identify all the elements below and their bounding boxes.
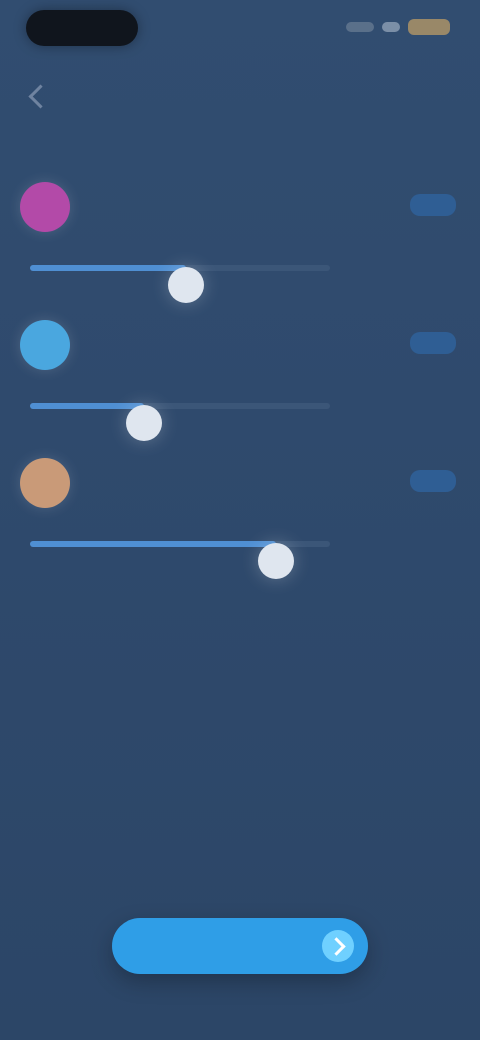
item-title: [90, 460, 300, 480]
item-avatar: [20, 320, 70, 370]
dynamic-island: [26, 10, 138, 46]
item-title: [90, 184, 300, 204]
item-subtitle: [90, 486, 290, 502]
status-icons: [346, 18, 450, 36]
header: [0, 62, 480, 132]
slider-track[interactable]: [30, 541, 330, 579]
level-slider[interactable]: [30, 248, 450, 303]
item-action-button[interactable]: [410, 332, 456, 354]
battery-icon: [408, 19, 450, 35]
item-title: [90, 322, 300, 342]
item-action-button[interactable]: [410, 470, 456, 492]
slider-track[interactable]: [30, 265, 330, 303]
arrow-glyph: [327, 936, 346, 956]
list-item: [0, 308, 480, 446]
list-item: [0, 446, 480, 584]
page-title: [120, 66, 384, 96]
list-item: [0, 170, 480, 308]
permission-list: [0, 170, 480, 584]
level-slider[interactable]: [30, 386, 450, 441]
item-avatar: [20, 182, 70, 232]
wifi-icon: [382, 22, 400, 32]
item-subtitle: [90, 210, 290, 226]
slider-fill: [30, 541, 276, 547]
slider-thumb[interactable]: [168, 267, 204, 303]
back-icon: [27, 83, 53, 109]
slider-fill: [30, 265, 186, 271]
item-avatar: [20, 458, 70, 508]
slider-track[interactable]: [30, 403, 330, 441]
level-slider[interactable]: [30, 524, 450, 579]
item-action-button[interactable]: [410, 194, 456, 216]
back-button[interactable]: [22, 78, 58, 114]
slider-thumb[interactable]: [258, 543, 294, 579]
continue-button[interactable]: [112, 918, 368, 974]
page-subtitle: [152, 100, 364, 118]
arrow-right-icon: [322, 930, 354, 962]
item-subtitle: [90, 348, 290, 364]
slider-fill: [30, 403, 144, 409]
slider-thumb[interactable]: [126, 405, 162, 441]
status-bar: [0, 0, 480, 60]
app-screen: [0, 0, 480, 1040]
signal-icon: [346, 22, 374, 32]
